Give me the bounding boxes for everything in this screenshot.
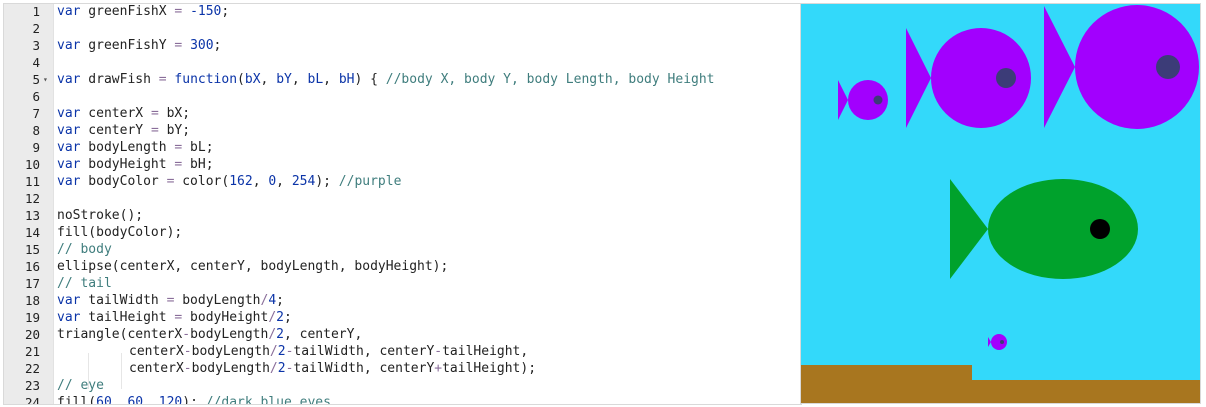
fish-eye (1000, 340, 1004, 344)
line-number: 13 (24, 208, 40, 223)
code-text: // tail (57, 276, 112, 291)
code-text: var bodyColor = color(162, 0, 254); //pu… (57, 174, 402, 189)
code-line[interactable]: 11 var bodyColor = color(162, 0, 254); //… (4, 173, 801, 190)
line-number: 15 (24, 242, 40, 257)
code-text: centerX-bodyLength/2-tailWidth, centerY-… (88, 344, 529, 372)
line-number: 22 (24, 361, 40, 376)
line-number: 24 (24, 395, 40, 405)
code-text: var centerX = bX; (57, 106, 191, 121)
line-number: 21 (24, 344, 40, 359)
code-text: ellipse(centerX, centerY, bodyLength, bo… (57, 259, 449, 274)
code-text: triangle(centerX-bodyLength/2, centerY, (57, 327, 363, 342)
fish-eye (1090, 219, 1110, 239)
line-number: 6 (32, 89, 40, 104)
fish-body (988, 179, 1138, 279)
fish-eye (873, 95, 883, 105)
code-text: var drawFish = function(bX, bY, bL, bH) … (57, 72, 715, 87)
line-number: 4 (32, 55, 40, 70)
code-editor[interactable]: 1 var greenFishX = -150; 2 3 var greenFishY … (3, 3, 802, 405)
code-line[interactable]: 16 ellipse(centerX, centerY, bodyLength, … (4, 258, 801, 275)
code-text: var tailWidth = bodyLength/4; (57, 293, 284, 308)
code-line[interactable]: 3 var greenFishY = 300; (4, 37, 801, 54)
line-number: 7 (32, 106, 40, 121)
code-line[interactable]: 10 var bodyHeight = bH; (4, 156, 801, 173)
code-line[interactable]: 5 ▾ var drawFish = function(bX, bY, bL, bH… (4, 71, 801, 88)
line-number: 10 (24, 157, 40, 172)
fish-eye (996, 68, 1016, 88)
code-line[interactable]: 24 fill(60, 60, 120); //dark blue eyes (4, 394, 801, 405)
code-line[interactable]: 15 // body (4, 241, 801, 258)
code-line[interactable]: 1 var greenFishX = -150; (4, 4, 801, 20)
code-line[interactable]: 9 var bodyLength = bL; (4, 139, 801, 156)
line-number: 17 (24, 276, 40, 291)
line-number: 11 (24, 174, 40, 189)
code-text: fill(60, 60, 120); //dark blue eyes (57, 395, 331, 405)
code-line[interactable]: 22 centerX-bodyLength/2-tailWidth, center… (4, 360, 801, 389)
code-line[interactable]: 20 triangle(centerX-bodyLength/2, centerY… (4, 326, 801, 343)
line-number: 18 (24, 293, 40, 308)
code-text: var greenFishX = -150; (57, 4, 230, 19)
line-number: 9 (32, 140, 40, 155)
code-line[interactable]: 23 // eye (4, 377, 801, 394)
line-number: 14 (24, 225, 40, 240)
code-line[interactable]: 14 fill(bodyColor); (4, 224, 801, 241)
code-line[interactable]: 7 var centerX = bX; (4, 105, 801, 122)
code-text: centerX-bodyLength/2-tailWidth, centerY+… (88, 361, 537, 389)
code-line[interactable]: 4 (4, 54, 801, 71)
code-text: noStroke(); (57, 208, 144, 223)
line-number: 1 (32, 4, 40, 19)
code-line[interactable]: 12 (4, 190, 801, 207)
code-lines[interactable]: 1 var greenFishX = -150; 2 3 var greenFishY … (4, 4, 801, 405)
line-number: 20 (24, 327, 40, 342)
line-number: 2 (32, 21, 40, 36)
code-line[interactable]: 18 var tailWidth = bodyLength/4; (4, 292, 801, 309)
code-text: var bodyLength = bL; (57, 140, 214, 155)
line-number: 5 (32, 72, 40, 87)
fish-body (991, 334, 1007, 350)
code-line[interactable]: 19 var tailHeight = bodyHeight/2; (4, 309, 801, 326)
code-text: var bodyHeight = bH; (57, 157, 214, 172)
code-text: fill(bodyColor); (57, 225, 183, 240)
fish-eye (1156, 55, 1180, 79)
code-line[interactable]: 17 // tail (4, 275, 801, 292)
line-number: 16 (24, 259, 40, 274)
output-canvas (800, 3, 1201, 404)
fold-arrow-icon[interactable]: ▾ (43, 71, 48, 88)
code-text: // eye (57, 378, 104, 393)
code-line[interactable]: 21 centerX-bodyLength/2-tailWidth, center… (4, 343, 801, 372)
code-text: // body (57, 242, 112, 257)
fish-body (1075, 5, 1199, 129)
line-number: 19 (24, 310, 40, 325)
line-number: 3 (32, 38, 40, 53)
line-number: 12 (24, 191, 40, 206)
code-line[interactable]: 6 (4, 88, 801, 105)
code-text: var tailHeight = bodyHeight/2; (57, 310, 292, 325)
code-line[interactable]: 2 (4, 20, 801, 37)
code-line[interactable]: 8 var centerY = bY; (4, 122, 801, 139)
code-text: var centerY = bY; (57, 123, 191, 138)
code-line[interactable]: 13 noStroke(); (4, 207, 801, 224)
line-number: 23 (24, 378, 40, 393)
code-text: var greenFishY = 300; (57, 38, 222, 53)
line-number: 8 (32, 123, 40, 138)
